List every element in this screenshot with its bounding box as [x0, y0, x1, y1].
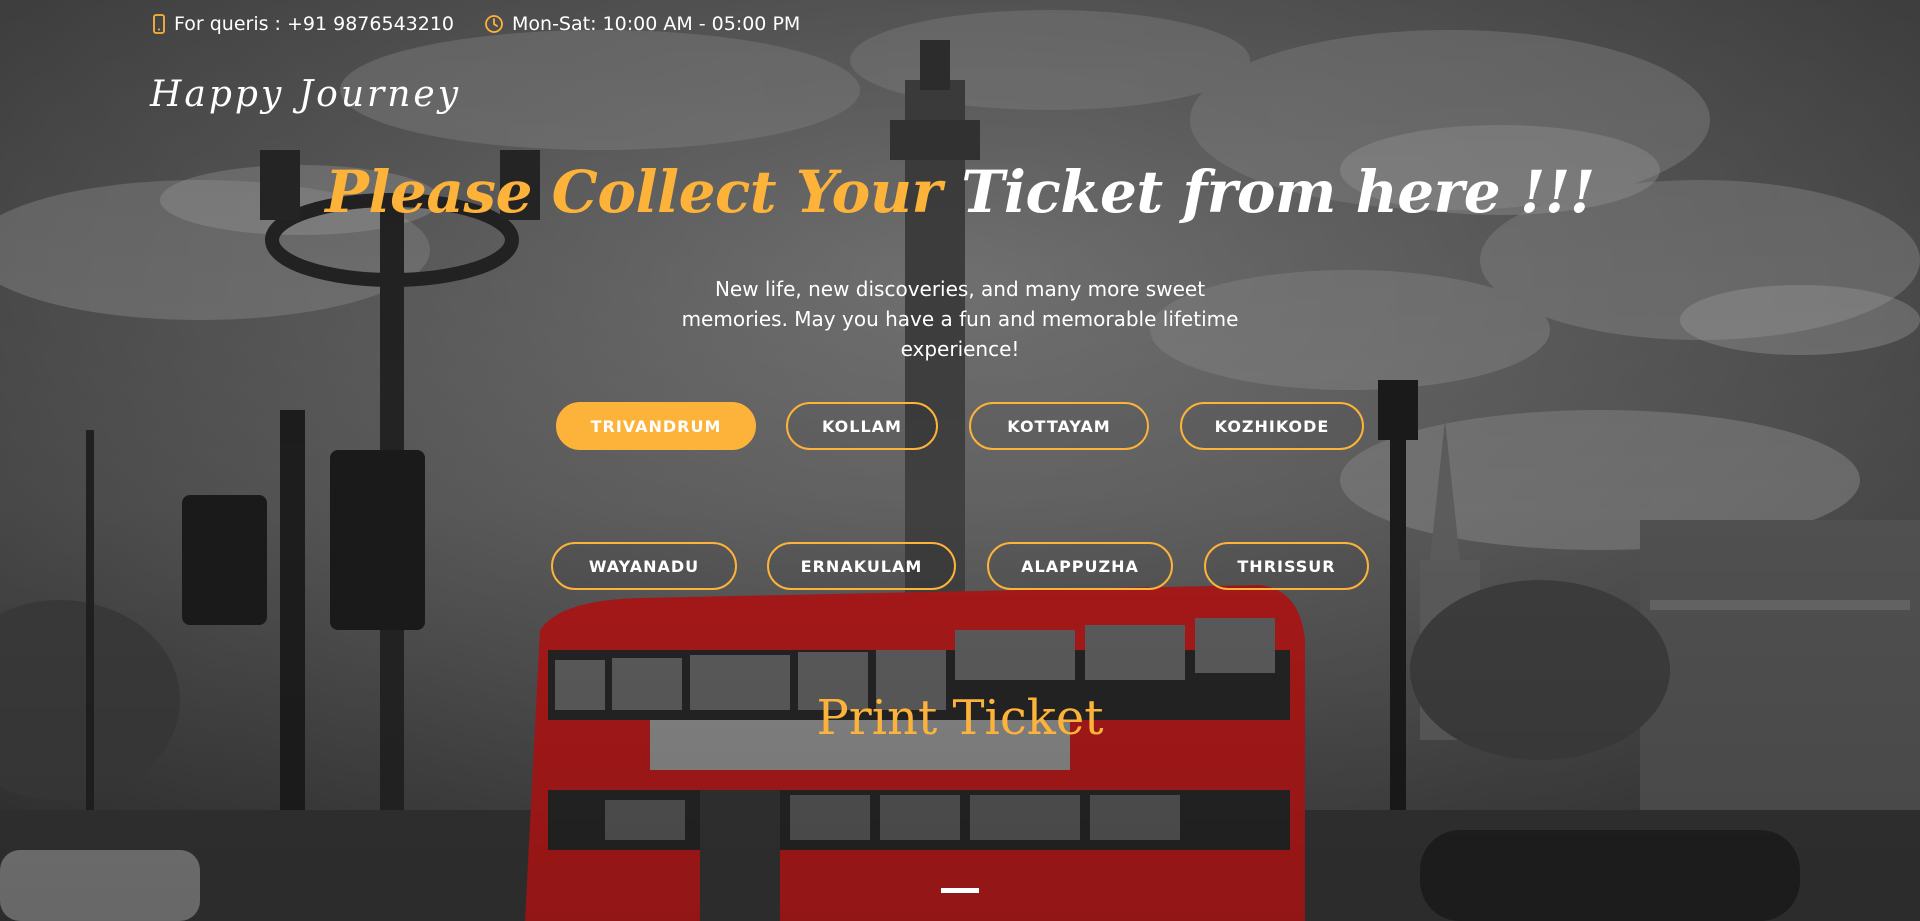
- top-info-bar: For queris : +91 9876543210 Mon-Sat: 10:…: [152, 13, 800, 35]
- page-title: Please Collect Your Ticket from here !!!: [0, 158, 1920, 226]
- city-button-kollam[interactable]: KOLLAM: [786, 402, 938, 450]
- city-button-wayanadu[interactable]: WAYANADU: [551, 542, 737, 590]
- headline-rest: Ticket from here !!!: [941, 158, 1595, 226]
- dark-overlay: [0, 0, 1920, 921]
- clock-icon: [484, 14, 504, 34]
- city-button-kottayam[interactable]: KOTTAYAM: [969, 402, 1149, 450]
- hours-text: Mon-Sat: 10:00 AM - 05:00 PM: [512, 13, 801, 35]
- site-logo[interactable]: Happy Journey: [150, 74, 461, 115]
- city-button-kozhikode[interactable]: KOZHIKODE: [1180, 402, 1364, 450]
- mobile-phone-icon: [152, 14, 166, 34]
- headline-accent: Please Collect Your: [325, 158, 942, 226]
- slide-indicator[interactable]: [941, 888, 979, 893]
- city-button-ernakulam[interactable]: ERNAKULAM: [767, 542, 956, 590]
- hero-description: New life, new discoveries, and many more…: [681, 277, 1239, 361]
- opening-hours: Mon-Sat: 10:00 AM - 05:00 PM: [484, 13, 800, 35]
- hero-section: For queris : +91 9876543210 Mon-Sat: 10:…: [0, 0, 1920, 921]
- contact-phone: For queris : +91 9876543210: [152, 13, 454, 35]
- phone-text: For queris : +91 9876543210: [174, 13, 455, 35]
- city-button-alappuzha[interactable]: ALAPPUZHA: [987, 542, 1173, 590]
- print-ticket-link[interactable]: Print Ticket: [0, 690, 1920, 746]
- city-button-trivandrum[interactable]: TRIVANDRUM: [556, 402, 756, 450]
- city-button-thrissur[interactable]: THRISSUR: [1204, 542, 1369, 590]
